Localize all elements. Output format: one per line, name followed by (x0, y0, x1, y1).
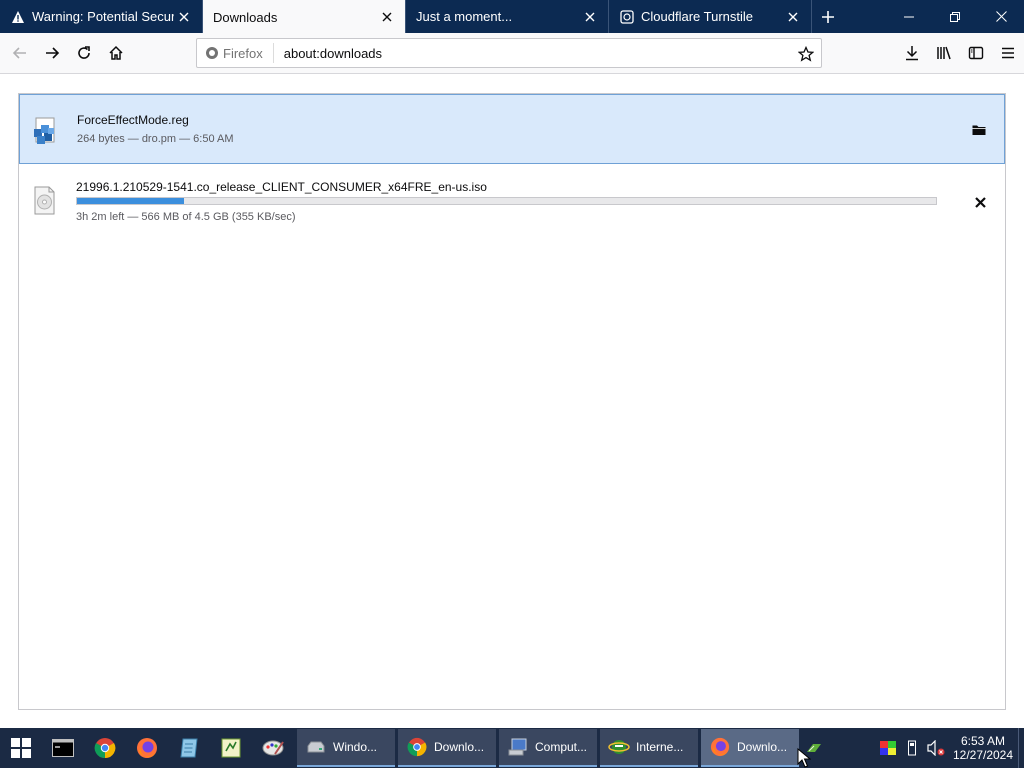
close-icon[interactable] (783, 7, 803, 27)
drive-icon (305, 736, 327, 758)
firefox-icon (206, 47, 218, 59)
download-item[interactable]: ForceEffectMode.reg 264 bytes — dro.pm —… (19, 94, 1005, 164)
tab-just-a-moment[interactable]: Just a moment... (406, 0, 609, 33)
show-desktop-button[interactable] (1018, 728, 1024, 768)
download-progress-fill (77, 198, 185, 204)
folder-icon (972, 125, 986, 135)
close-icon[interactable] (174, 7, 194, 27)
cloudflare-icon (619, 9, 635, 25)
task-label: Windo... (333, 740, 378, 754)
forward-button[interactable] (36, 37, 68, 69)
downloads-list: ForceEffectMode.reg 264 bytes — dro.pm —… (18, 93, 1006, 710)
notepad-icon[interactable] (168, 728, 210, 768)
identity-label: Firefox (223, 45, 263, 61)
library-button[interactable] (928, 37, 960, 69)
tab-title: Just a moment... (416, 9, 513, 24)
screen: Warning: Potential Security Risk Ahead D… (0, 0, 1024, 768)
plus-icon (822, 10, 834, 23)
back-arrow-icon (12, 47, 26, 59)
toolbar-right (896, 37, 1024, 69)
sidebar-icon (968, 46, 984, 60)
computer-icon (507, 736, 529, 758)
download-item[interactable]: 21996.1.210529-1541.co_release_CLIENT_CO… (19, 164, 1005, 234)
reload-icon (78, 46, 90, 59)
tab-title: Cloudflare Turnstile (641, 9, 753, 24)
restore-icon (950, 11, 960, 22)
open-folder-button[interactable] (968, 119, 990, 141)
minimize-button[interactable] (886, 0, 932, 33)
home-icon (109, 45, 123, 60)
sidebar-button[interactable] (960, 37, 992, 69)
navigation-toolbar: Firefox about:downloads (0, 33, 1024, 74)
download-progress-bar (76, 197, 937, 205)
reload-button[interactable] (68, 37, 100, 69)
download-filename: ForceEffectMode.reg (77, 113, 189, 127)
terminal-icon[interactable] (42, 728, 84, 768)
task-label: Comput... (535, 740, 588, 754)
url-text[interactable]: about:downloads (284, 46, 382, 61)
excel-icon[interactable] (210, 728, 252, 768)
firefox-icon[interactable] (126, 728, 168, 768)
task-label: Downlo... (434, 740, 485, 754)
windows-start-icon (11, 738, 31, 758)
download-icon (906, 46, 918, 61)
library-icon (937, 46, 951, 60)
clock-date: 12/27/2024 (952, 748, 1014, 762)
tab-cloudflare-turnstile[interactable]: Cloudflare Turnstile (609, 0, 812, 33)
taskbar: Windo... Downlo... Comput... Interne... … (0, 728, 1024, 768)
url-bar[interactable]: Firefox about:downloads (196, 38, 822, 68)
volume-muted-icon[interactable] (924, 728, 948, 768)
menu-button[interactable] (992, 37, 1024, 69)
color-app-icon[interactable] (876, 728, 900, 768)
taskbar-task[interactable]: Downlo... (701, 729, 799, 767)
system-clock[interactable]: 6:53 AM 12/27/2024 (948, 728, 1018, 768)
taskbar-task[interactable]: Downlo... (398, 729, 496, 767)
cancel-download-button[interactable] (969, 191, 991, 213)
paint-icon[interactable] (252, 728, 294, 768)
tab-security-warning[interactable]: Warning: Potential Security Risk Ahead (0, 0, 203, 33)
bookmark-star-button[interactable] (795, 43, 817, 65)
download-filename: 21996.1.210529-1541.co_release_CLIENT_CO… (76, 180, 487, 194)
warning-icon (10, 9, 26, 25)
downloads-page: ForceEffectMode.reg 264 bytes — dro.pm —… (0, 74, 1024, 728)
taskbar-task[interactable]: Comput... (499, 729, 597, 767)
tab-downloads[interactable]: Downloads (203, 0, 406, 34)
back-button[interactable] (4, 37, 36, 69)
disc-image-file-icon (31, 186, 59, 216)
chrome-icon[interactable] (84, 728, 126, 768)
restore-button[interactable] (932, 0, 978, 33)
close-icon (974, 196, 986, 208)
firefox-icon (709, 736, 731, 758)
download-status: 264 bytes — dro.pm — 6:50 AM (77, 133, 234, 145)
hamburger-menu-icon (1002, 47, 1014, 59)
registry-file-icon (32, 117, 60, 147)
close-window-button[interactable] (978, 0, 1024, 33)
forward-arrow-icon (46, 47, 60, 59)
start-button[interactable] (0, 728, 42, 768)
taskbar-task[interactable]: Interne... (600, 729, 698, 767)
close-icon[interactable] (377, 7, 397, 27)
downloads-button[interactable] (896, 37, 928, 69)
usb-device-icon[interactable] (900, 728, 924, 768)
clock-time: 6:53 AM (960, 734, 1006, 748)
identity-box[interactable]: Firefox (205, 43, 274, 63)
tab-title: Downloads (213, 9, 278, 25)
home-button[interactable] (100, 37, 132, 69)
tab-strip: Warning: Potential Security Risk Ahead D… (0, 0, 1024, 34)
chrome-icon (406, 736, 428, 758)
download-status: 3h 2m left — 566 MB of 4.5 GB (355 KB/se… (76, 211, 296, 223)
tab-title: Warning: Potential Security Risk Ahead (32, 9, 174, 24)
system-tray: 6:53 AM 12/27/2024 (876, 728, 1024, 768)
task-label: Downlo... (737, 740, 788, 754)
new-tab-button[interactable] (812, 0, 844, 33)
close-icon (995, 11, 1007, 22)
mouse-cursor-icon (797, 747, 812, 768)
ie-icon (608, 736, 630, 758)
star-icon (798, 46, 814, 62)
minimize-icon (904, 16, 914, 17)
task-label: Interne... (636, 740, 684, 754)
close-icon[interactable] (580, 7, 600, 27)
taskbar-task[interactable]: Windo... (297, 729, 395, 767)
window-controls (886, 0, 1024, 33)
